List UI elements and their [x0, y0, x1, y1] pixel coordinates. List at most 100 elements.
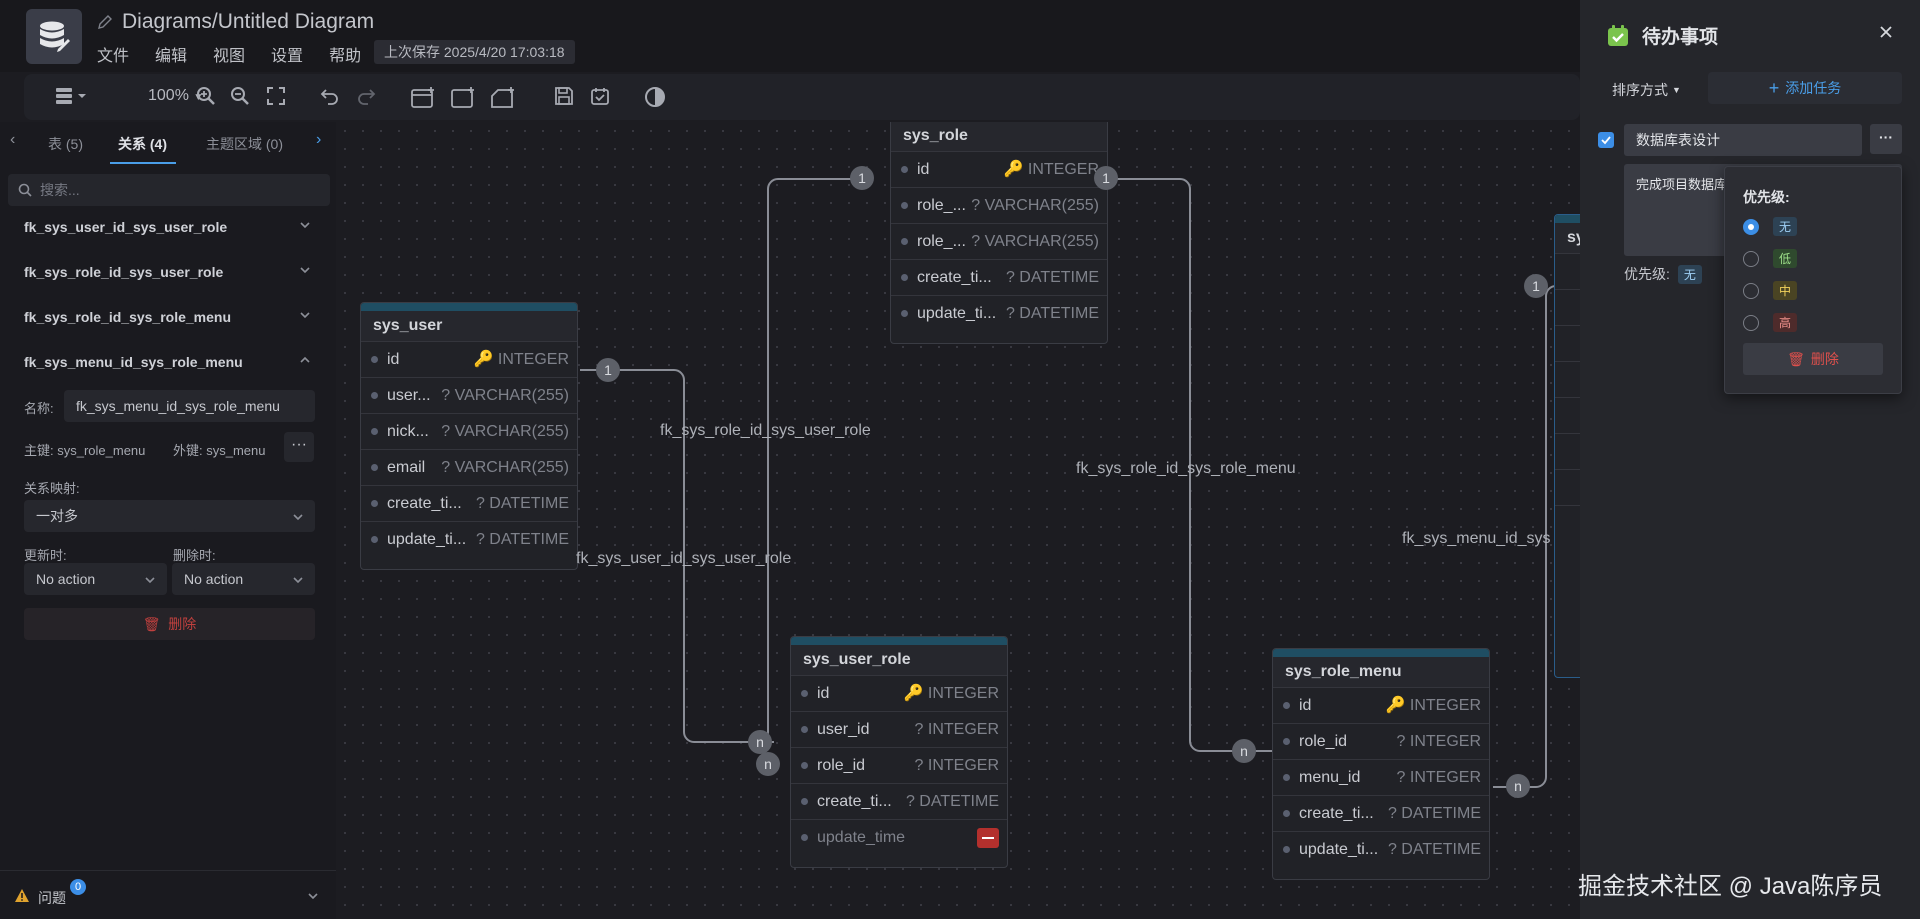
table-field[interactable]	[1555, 505, 1580, 541]
search-box[interactable]	[8, 174, 330, 206]
add-task-button[interactable]: + 添加任务	[1708, 72, 1902, 104]
priority-option-high[interactable]: 高	[1743, 313, 1798, 332]
field-type: ? DATETIME	[475, 495, 569, 512]
relation-item[interactable]: fk_sys_user_id_sys_user_role	[0, 206, 336, 250]
add-note-icon[interactable]	[490, 86, 516, 113]
table-field[interactable]: role_... ? VARCHAR(255)	[891, 187, 1107, 223]
delete-field-button[interactable]	[977, 828, 999, 848]
issues-count-badge: 0	[70, 879, 86, 895]
sort-button[interactable]: 排序方式 ▼	[1612, 80, 1681, 100]
relation-item[interactable]: fk_sys_role_id_sys_role_menu	[0, 296, 336, 340]
on-update-select[interactable]: No action	[24, 563, 167, 595]
undo-icon[interactable]	[320, 86, 340, 109]
table-field[interactable]: update_ti... ? DATETIME	[361, 521, 577, 557]
table-field[interactable]	[1555, 325, 1580, 361]
on-delete-select[interactable]: No action	[172, 563, 315, 595]
table-sys-role-menu[interactable]: sys_role_menu id 🔑 INTEGER role_id ? INTEG…	[1272, 648, 1490, 880]
relation-item-expanded[interactable]: fk_sys_menu_id_sys_role_menu	[0, 341, 336, 385]
table-field[interactable]: user... ? VARCHAR(255)	[361, 377, 577, 413]
table-field[interactable]: role_id ? INTEGER	[1273, 723, 1489, 759]
on-delete-label: 删除时:	[173, 548, 216, 563]
more-icon: ···	[1879, 129, 1893, 145]
relation-name: fk_sys_menu_id_sys_role_menu	[24, 354, 243, 370]
save-icon[interactable]	[554, 86, 574, 109]
chevron-down-icon[interactable]	[306, 889, 320, 903]
table-field[interactable]	[1555, 469, 1580, 505]
theme-toggle-icon[interactable]	[644, 86, 666, 111]
delete-relation-button[interactable]: 🗑 删除	[24, 608, 315, 640]
tab-tables[interactable]: 表 (5)	[48, 134, 83, 154]
menu-file[interactable]: 文件	[97, 42, 129, 66]
table-sys-role[interactable]: sys_role id 🔑 INTEGER role_... ? VARCHAR(2…	[890, 122, 1108, 344]
table-field[interactable]: id 🔑 INTEGER	[1273, 687, 1489, 723]
field-dot	[801, 726, 808, 733]
redo-icon[interactable]	[356, 86, 376, 109]
mapping-select[interactable]: 一对多	[24, 500, 315, 532]
add-area-icon[interactable]	[450, 86, 476, 113]
priority-option-none[interactable]: 无	[1743, 217, 1798, 236]
more-options-button[interactable]: ···	[284, 432, 314, 462]
table-field[interactable]: role_id ? INTEGER	[791, 747, 1007, 783]
tab-areas[interactable]: 主题区域 (0)	[206, 134, 283, 154]
task-more-button[interactable]: ···	[1870, 124, 1902, 154]
menu-edit[interactable]: 编辑	[155, 42, 187, 66]
menu-settings[interactable]: 设置	[271, 42, 303, 66]
table-sys-menu[interactable]: sys	[1554, 214, 1580, 678]
zoom-level[interactable]: 100% ▼	[148, 87, 203, 105]
close-icon[interactable]	[1878, 24, 1894, 40]
layout-menu-icon[interactable]	[54, 86, 88, 109]
table-field[interactable]: id 🔑 INTEGER	[361, 341, 577, 377]
table-field[interactable]: nick... ? VARCHAR(255)	[361, 413, 577, 449]
relation-label[interactable]: fk_sys_role_id_sys_role_menu	[1076, 460, 1296, 478]
table-field[interactable]	[1555, 289, 1580, 325]
search-input[interactable]	[40, 174, 320, 206]
table-field[interactable]: create_ti... ? DATETIME	[1273, 795, 1489, 831]
relation-name-field[interactable]: fk_sys_menu_id_sys_role_menu	[64, 390, 315, 422]
table-field[interactable]: id 🔑 INTEGER	[791, 675, 1007, 711]
table-field[interactable]	[1555, 361, 1580, 397]
relation-label[interactable]: fk_sys_menu_id_sys	[1402, 530, 1551, 548]
tab-relations[interactable]: 关系 (4)	[118, 134, 167, 154]
table-field[interactable]: create_ti... ? DATETIME	[891, 259, 1107, 295]
chevron-left-icon[interactable]: ‹	[10, 131, 15, 149]
table-field[interactable]	[1555, 253, 1580, 289]
table-field[interactable]: id 🔑 INTEGER	[891, 151, 1107, 187]
table-field[interactable]	[1555, 397, 1580, 433]
add-task-label: 添加任务	[1785, 80, 1842, 96]
delete-task-button[interactable]: 🗑 删除	[1743, 343, 1883, 375]
table-field[interactable]	[1555, 433, 1580, 469]
table-field[interactable]: user_id ? INTEGER	[791, 711, 1007, 747]
table-field[interactable]: create_ti... ? DATETIME	[791, 783, 1007, 819]
pencil-icon[interactable]	[96, 13, 114, 31]
zoom-value: 100%	[148, 87, 189, 104]
relation-label[interactable]: fk_sys_user_id_sys_user_role	[576, 550, 791, 568]
zoom-in-icon[interactable]	[196, 86, 216, 109]
table-field[interactable]: email ? VARCHAR(255)	[361, 449, 577, 485]
table-field[interactable]: role_... ? VARCHAR(255)	[891, 223, 1107, 259]
table-field[interactable]: update_ti... ? DATETIME	[1273, 831, 1489, 867]
task-title-input[interactable]: 数据库表设计	[1624, 124, 1862, 156]
chevron-right-icon[interactable]: ›	[316, 131, 321, 149]
fit-screen-icon[interactable]	[266, 86, 286, 109]
app-logo[interactable]	[26, 9, 82, 64]
diagram-canvas[interactable]: sys_role id 🔑 INTEGER role_... ? VARCHAR(2…	[336, 122, 1580, 919]
zoom-out-icon[interactable]	[230, 86, 250, 109]
table-field[interactable]: menu_id ? INTEGER	[1273, 759, 1489, 795]
table-field[interactable]: create_ti... ? DATETIME	[361, 485, 577, 521]
add-table-icon[interactable]	[410, 86, 436, 113]
table-field[interactable]: update_ti... ? DATETIME	[891, 295, 1107, 331]
issues-bar[interactable]: 问题 0	[0, 870, 336, 919]
table-sys-user-role[interactable]: sys_user_role id 🔑 INTEGER user_id ? INTEG…	[790, 636, 1008, 868]
menu-view[interactable]: 视图	[213, 42, 245, 66]
field-dot	[371, 464, 378, 471]
relation-label[interactable]: fk_sys_role_id_sys_user_role	[660, 422, 871, 440]
document-title[interactable]: Diagrams/Untitled Diagram	[122, 10, 374, 34]
relation-item[interactable]: fk_sys_role_id_sys_user_role	[0, 251, 336, 295]
menu-help[interactable]: 帮助	[329, 42, 361, 66]
priority-option-low[interactable]: 低	[1743, 249, 1798, 268]
table-sys-user[interactable]: sys_user id 🔑 INTEGER user... ? VARCHAR(25…	[360, 302, 578, 570]
table-field-hovered[interactable]: update_time	[791, 819, 1007, 855]
priority-option-medium[interactable]: 中	[1743, 281, 1798, 300]
todo-icon[interactable]	[590, 86, 610, 109]
task-checkbox[interactable]	[1598, 132, 1614, 148]
